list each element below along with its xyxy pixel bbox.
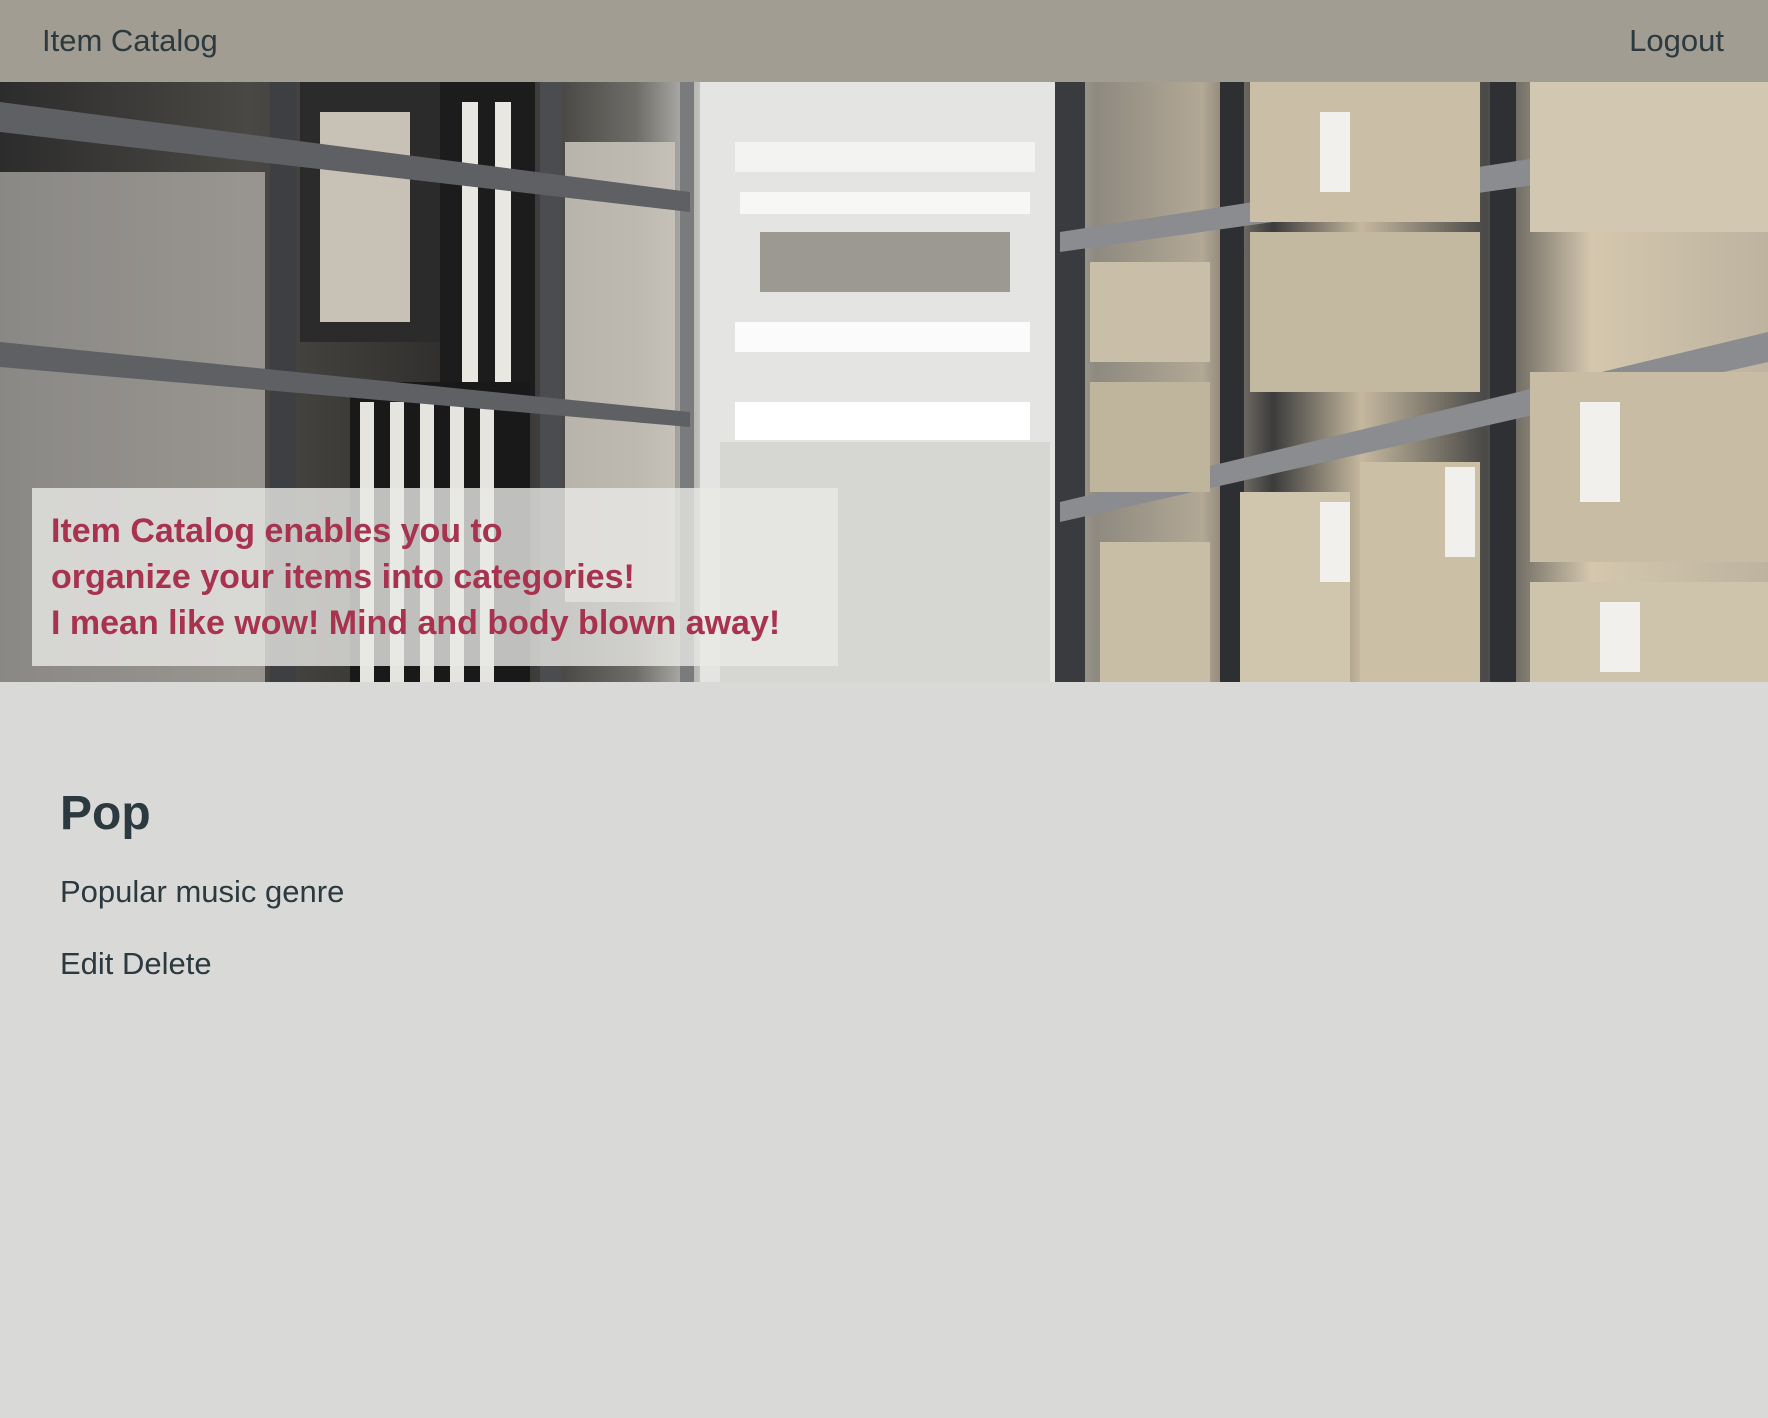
hero-banner: Item Catalog enables you to organize you…: [0, 82, 1768, 682]
logout-link[interactable]: Logout: [1629, 23, 1724, 59]
hero-line-3: I mean like wow! Mind and body blown awa…: [51, 604, 781, 642]
brand-link[interactable]: Item Catalog: [42, 23, 218, 59]
hero-caption: Item Catalog enables you to organize you…: [32, 488, 838, 666]
hero-line-2: organize your items into categories!: [51, 558, 635, 596]
edit-link[interactable]: Edit: [60, 946, 113, 981]
hero-line-1: Item Catalog enables you to: [51, 512, 503, 550]
category-detail: Pop Popular music genre Edit Delete: [60, 780, 344, 984]
category-actions: Edit Delete: [60, 944, 344, 984]
top-navbar: Item Catalog Logout: [0, 0, 1768, 82]
category-title: Pop: [60, 787, 151, 840]
category-description: Popular music genre: [60, 874, 345, 909]
delete-link[interactable]: Delete: [122, 946, 212, 981]
